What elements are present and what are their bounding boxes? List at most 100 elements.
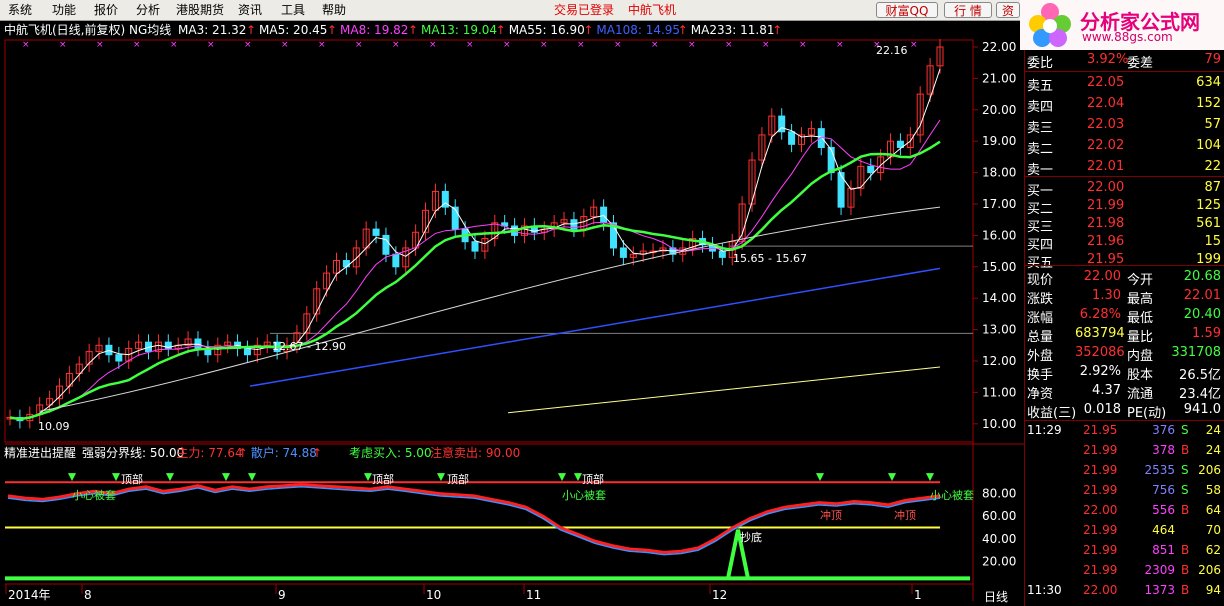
- menu-analysis[interactable]: 分析: [136, 2, 160, 19]
- menu-help[interactable]: 帮助: [322, 2, 346, 19]
- buy-arrow-icon: [68, 473, 76, 482]
- stat-value: 941.0: [1183, 402, 1221, 417]
- marker-icon: ×: [836, 40, 844, 50]
- marker-icon: ×: [614, 40, 622, 50]
- price-axis-label: 15.00: [982, 260, 1016, 274]
- ask-volume: 22: [1204, 159, 1221, 174]
- signal-top: 顶部: [582, 472, 604, 486]
- marker-icon: ×: [392, 40, 400, 50]
- signal-rush: 冲顶: [820, 508, 842, 522]
- price-axis-label: 10.00: [982, 417, 1016, 431]
- period-label[interactable]: 日线: [984, 590, 1008, 604]
- marker-icon: ×: [96, 40, 104, 50]
- buy-arrow-icon: [248, 473, 256, 482]
- indicator-axis-label: 60.00: [982, 509, 1016, 523]
- ma-label: MA55: 16.90: [509, 23, 585, 37]
- price-axis-label: 13.00: [982, 323, 1016, 337]
- ma108-line: [249, 267, 941, 387]
- marker-icon: ×: [799, 40, 807, 50]
- menu-system[interactable]: 系统: [8, 2, 32, 19]
- menu-quote[interactable]: 报价: [94, 2, 118, 19]
- marker-icon: ×: [466, 40, 474, 50]
- stat-row: 总量 683794 量比 1.59: [1025, 324, 1224, 345]
- ask-volume: 634: [1196, 75, 1221, 90]
- market-button[interactable]: 行 情: [944, 2, 992, 18]
- tick-row: 22.00 556 B 64: [1025, 502, 1224, 519]
- ma13-line: [9, 140, 941, 421]
- signal-buy: 小心被套: [562, 489, 606, 502]
- candle-body: [392, 253, 400, 268]
- menu-news[interactable]: 资讯: [238, 2, 262, 19]
- price-axis-label: 11.00: [982, 385, 1016, 399]
- stat-row: 外盘 352086 内盘 331708: [1025, 343, 1224, 364]
- marker-icon: ×: [318, 40, 326, 50]
- indicator-axis-label: 80.00: [982, 487, 1016, 501]
- candle-body: [115, 354, 123, 362]
- buy-arrow-icon: [574, 473, 582, 482]
- ask-price: 22.02: [1087, 138, 1125, 153]
- divider: [1025, 265, 1224, 266]
- up-arrow-icon: ↑: [496, 23, 506, 37]
- tick-side: S: [1181, 483, 1189, 497]
- buy-arrow-icon: [888, 473, 896, 482]
- buy-arrow-icon: [437, 473, 445, 482]
- candle-body: [194, 338, 202, 349]
- tick-row: 21.99 378 B 24: [1025, 442, 1224, 459]
- tick-price: 21.99: [1083, 563, 1118, 577]
- stat-label: 收益(三): [1027, 406, 1077, 421]
- ask-price: 22.01: [1087, 159, 1125, 174]
- stat-value: 22.00: [1083, 269, 1121, 284]
- candle-body: [243, 347, 251, 356]
- buy-arrow-icon: [816, 473, 824, 482]
- stat-value: 0.018: [1083, 402, 1121, 417]
- date-axis: 2014年 8 9 10 11 12 1: [5, 584, 922, 602]
- ma55-line: [39, 206, 941, 412]
- up-arrow-icon: ↑: [408, 23, 418, 37]
- annotation-mid1: 15.65 - 15.67: [733, 252, 807, 265]
- tick-count: 58: [1205, 483, 1221, 497]
- tick-volume: 464: [1152, 523, 1175, 537]
- price-annotations: 22.16 15.65 - 15.67 12.67 - 12.90 10.09: [38, 44, 908, 433]
- tick-count: 24: [1205, 443, 1221, 457]
- tick-price: 22.00: [1083, 503, 1118, 517]
- indicator-legend: 强弱分界线: 50.00主力: 77.64↑ 散户: 74.88↑ 考虑买入: 5.…: [82, 445, 520, 460]
- candle-body: [342, 260, 350, 268]
- info-button[interactable]: 资: [996, 2, 1020, 18]
- tick-side: S: [1181, 463, 1189, 477]
- menu-function[interactable]: 功能: [52, 2, 76, 19]
- chart-canvas[interactable]: × × × × × × × × × × × × × × × × × × × × × × × × × 中航飞机(日线,前复权) N…: [0, 21, 1024, 606]
- ma-label: MA13: 19.04: [421, 23, 497, 37]
- tick-volume: 1373: [1144, 583, 1175, 597]
- tick-time: 11:29: [1027, 423, 1062, 437]
- ma-label: MA5: 20.45: [259, 23, 327, 37]
- price-axis-label: 16.00: [982, 228, 1016, 242]
- tick-count: 94: [1205, 583, 1221, 597]
- price-axis-label: 19.00: [982, 134, 1016, 148]
- up-arrow-icon: ↑: [678, 23, 688, 37]
- bid-price: 22.00: [1087, 180, 1125, 195]
- marker-icon: ×: [281, 40, 289, 50]
- indicator-label: 散户: 74.88: [251, 445, 317, 460]
- annotation-high: 22.16: [876, 44, 908, 57]
- price-axis-label: 22.00: [982, 40, 1016, 54]
- signal-bottom: 抄底: [740, 530, 762, 544]
- quote-panel: 委比 3.92% 委差 79 卖五 22.05 634 卖四 22.04 152 卖三 22.…: [1024, 50, 1224, 606]
- indicator-title: 精准进出提醒: [4, 445, 76, 460]
- ratio-row: 委比 3.92% 委差 79: [1025, 50, 1224, 71]
- tick-volume: 2535: [1144, 463, 1175, 477]
- menu-tools[interactable]: 工具: [281, 2, 305, 19]
- buy-arrow-icon: [558, 473, 566, 482]
- marker-icon: ×: [540, 40, 548, 50]
- date-axis-label: 2014年: [8, 588, 51, 602]
- ma8-line: [9, 119, 941, 420]
- marker-icon: ×: [355, 40, 363, 50]
- kline-chart[interactable]: × × × × × × × × × × × × × × × × × × × × × × × × × 中航飞机(日线,前复权) N…: [0, 21, 1024, 606]
- ask-row: 卖三 22.03 57: [1025, 115, 1224, 136]
- menu-hk-futures[interactable]: 港股期货: [176, 2, 224, 19]
- caifu-qq-button[interactable]: 财富QQ: [876, 2, 938, 18]
- tick-row: 21.99 464 70: [1025, 522, 1224, 539]
- tick-side: B: [1181, 583, 1190, 597]
- tick-volume: 2309: [1144, 563, 1175, 577]
- stat-row: 换手 2.92% 股本 26.5亿: [1025, 362, 1224, 383]
- up-arrow-icon: ↑: [238, 446, 248, 460]
